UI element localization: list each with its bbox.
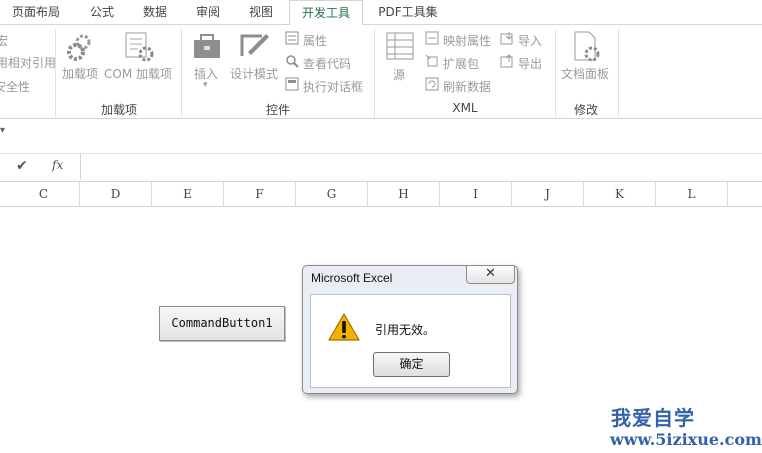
tab-data[interactable]: 数据: [137, 0, 173, 24]
tab-formulas[interactable]: 公式: [84, 0, 120, 24]
expansion-packs-icon: [425, 54, 438, 67]
toolbox-icon: [194, 34, 220, 58]
message-dialog: Microsoft Excel ✕ 引用无效。 确定: [302, 265, 518, 394]
ribbon-tab-bar: 页面布局 公式 数据 审阅 视图 开发工具 PDF工具集: [0, 0, 762, 26]
addins-group-label: 加载项: [100, 103, 137, 117]
document-panel-button[interactable]: 文档面板: [561, 65, 609, 82]
command-button[interactable]: CommandButton1: [159, 306, 285, 341]
dialog-message: 引用无效。: [375, 323, 436, 337]
view-code-icon: [286, 55, 299, 68]
properties-button[interactable]: 属性: [303, 32, 327, 49]
column-header[interactable]: F: [224, 182, 296, 206]
formula-bar: ✔ fx: [0, 154, 762, 182]
ribbon-panel: 宏 用相对引用 安全性 加载项 COM 加载项 加载项 插入 ▾ 设计模式 属性…: [0, 25, 762, 119]
addins-button[interactable]: 加载项: [62, 65, 98, 82]
design-mode-button[interactable]: 设计模式: [230, 65, 278, 82]
warning-icon: [328, 313, 360, 341]
formula-input[interactable]: [80, 154, 762, 180]
chevron-down-icon[interactable]: ▾: [203, 80, 208, 90]
column-header[interactable]: C: [8, 182, 80, 206]
enter-check-icon[interactable]: ✔: [16, 158, 28, 174]
tab-page-layout[interactable]: 页面布局: [8, 0, 64, 24]
modify-group-label: 修改: [573, 103, 598, 117]
ok-button[interactable]: 确定: [373, 352, 450, 377]
properties-icon: [285, 31, 299, 45]
document-panel-icon: [574, 31, 600, 62]
dialog-title: Microsoft Excel: [311, 271, 393, 285]
xml-source-icon: [386, 32, 414, 60]
import-button[interactable]: 导入: [518, 32, 542, 49]
xml-source-button[interactable]: 源: [393, 66, 405, 83]
group-separator: [181, 29, 182, 117]
com-addins-button[interactable]: COM 加载项: [104, 65, 172, 82]
group-separator: [618, 29, 619, 117]
group-separator: [555, 29, 556, 117]
map-properties-button[interactable]: 映射属性: [443, 32, 491, 49]
watermark-title: 我爱自学: [611, 406, 695, 430]
tab-view[interactable]: 视图: [243, 0, 279, 24]
run-dialog-button[interactable]: 执行对话框: [303, 78, 363, 95]
group-separator: [374, 29, 375, 117]
export-icon: [500, 54, 513, 68]
map-properties-icon: [425, 31, 439, 45]
import-icon: [500, 32, 513, 45]
design-mode-icon: [240, 34, 269, 56]
gear-icon: [67, 34, 91, 61]
refresh-data-icon: [425, 77, 439, 91]
run-dialog-icon: [285, 77, 299, 91]
expansion-packs-button[interactable]: 扩展包: [443, 55, 479, 72]
macro-security-label[interactable]: 安全性: [0, 78, 30, 95]
export-button[interactable]: 导出: [518, 55, 542, 72]
controls-group-label: 控件: [265, 103, 290, 117]
insert-function-icon[interactable]: fx: [52, 158, 63, 172]
relative-ref-label[interactable]: 用相对引用: [0, 54, 56, 71]
close-icon[interactable]: ✕: [466, 266, 515, 284]
group-separator: [55, 29, 56, 117]
tab-developer[interactable]: 开发工具: [289, 0, 363, 26]
dialog-body: 引用无效。 确定: [310, 294, 511, 388]
column-header[interactable]: L: [656, 182, 728, 206]
column-header[interactable]: J: [512, 182, 584, 206]
macros-label[interactable]: 宏: [0, 32, 8, 49]
xml-group-label: XML: [452, 101, 478, 115]
view-code-button[interactable]: 查看代码: [303, 55, 351, 72]
column-header[interactable]: I: [440, 182, 512, 206]
column-header[interactable]: D: [80, 182, 152, 206]
column-header[interactable]: K: [584, 182, 656, 206]
tab-review[interactable]: 审阅: [190, 0, 226, 24]
customize-chevron-icon[interactable]: ▾: [0, 125, 5, 136]
tab-pdf-tools[interactable]: PDF工具集: [372, 0, 444, 24]
quick-access-bar: ▾: [0, 119, 762, 154]
refresh-data-button[interactable]: 刷新数据: [443, 78, 491, 95]
column-header[interactable]: E: [152, 182, 224, 206]
com-addins-icon: [125, 32, 154, 62]
column-header[interactable]: H: [368, 182, 440, 206]
column-header[interactable]: G: [296, 182, 368, 206]
column-header-row: C D E F G H I J K L: [0, 182, 762, 207]
watermark-url: www.5izixue.com: [610, 430, 762, 449]
